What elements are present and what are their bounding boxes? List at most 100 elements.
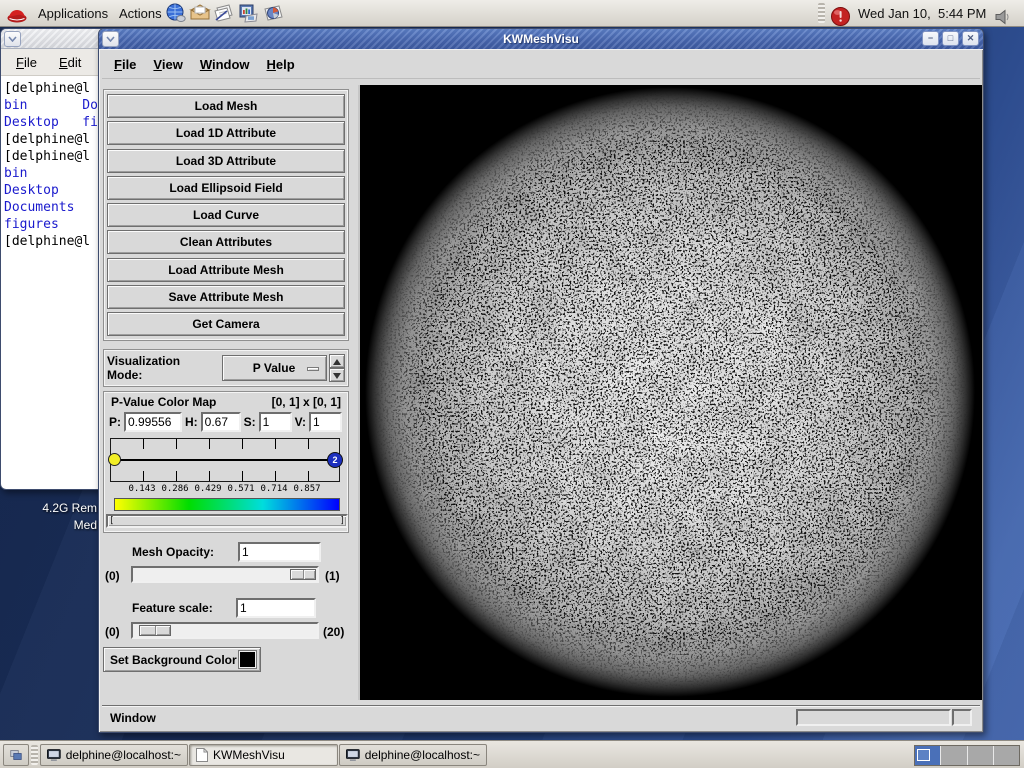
workspace-2[interactable] [941, 746, 967, 765]
panel-grip[interactable] [818, 3, 825, 23]
mesh-sphere [360, 85, 982, 700]
workspace-3[interactable] [968, 746, 994, 765]
s-entry[interactable] [259, 412, 292, 432]
volume-icon[interactable] [994, 4, 1012, 30]
load-attribute-mesh-button[interactable]: Load Attribute Mesh [107, 258, 345, 282]
visualization-mode-select[interactable]: P Value [222, 355, 327, 381]
mini-window [917, 749, 930, 761]
kwmeshvisu-window[interactable]: KWMeshVisu − □ ✕ File View Window Help L… [98, 28, 984, 733]
writer-icon[interactable] [213, 2, 235, 24]
window-menu-icon[interactable] [4, 31, 21, 47]
get-camera-button[interactable]: Get Camera [107, 312, 345, 336]
taskbar-grip[interactable] [31, 745, 38, 765]
calc-icon[interactable] [262, 2, 284, 24]
colormap-range-scrollbar[interactable]: [ ] [106, 514, 348, 528]
opacity-slider-handle[interactable] [290, 569, 316, 580]
option-menu-indicator-icon [307, 367, 319, 371]
spin-up-button[interactable] [329, 354, 346, 368]
terminal-icon [346, 749, 360, 761]
pvalue-colormap-frame: P-Value Color Map [0, 1] x [0, 1] P: H: … [103, 391, 349, 533]
redhat-menu-icon[interactable] [6, 3, 28, 29]
window-title: KWMeshVisu [99, 29, 983, 49]
opacity-max-label: (1) [325, 569, 340, 583]
load-1d-attribute-button[interactable]: Load 1D Attribute [107, 121, 345, 145]
actions-menu[interactable]: Actions [115, 0, 166, 26]
feature-scale-entry[interactable] [236, 598, 316, 618]
window-icon [196, 748, 208, 762]
email-icon[interactable] [189, 2, 211, 24]
visualization-mode-label: Visualization Mode: [107, 354, 216, 382]
action-buttons-frame: Load Mesh Load 1D Attribute Load 3D Attr… [103, 89, 349, 341]
show-desktop-button[interactable] [3, 744, 29, 766]
range-slider[interactable]: [ ] [108, 516, 346, 526]
gnome-top-panel: Applications Actions [0, 0, 1024, 27]
h-label: H: [185, 415, 198, 429]
menu-view[interactable]: View [153, 57, 182, 72]
colormap-handle-start[interactable] [108, 453, 121, 466]
desktop-icon-label: 4.2G Rem Med [0, 500, 97, 534]
colormap-handle-end[interactable]: 2 [327, 452, 343, 468]
workspace-4[interactable] [994, 746, 1019, 765]
menu-help[interactable]: Help [267, 57, 295, 72]
feature-scale-label: Feature scale: [132, 601, 213, 615]
p-label: P: [109, 415, 121, 429]
colormap-fields: P: H: S: V: [109, 412, 345, 432]
progress-bar [796, 709, 951, 726]
app-content: Load Mesh Load 1D Attribute Load 3D Attr… [102, 79, 980, 705]
close-button[interactable]: ✕ [962, 31, 979, 46]
app-titlebar[interactable]: KWMeshVisu − □ ✕ [99, 29, 983, 49]
feature-min-label: (0) [105, 625, 120, 639]
status-text: Window [110, 711, 156, 725]
mesh-opacity-entry[interactable] [238, 542, 321, 562]
workspace-1[interactable] [915, 746, 941, 765]
slider-tick-labels: 0.143 0.286 0.429 0.571 0.714 0.857 [110, 484, 340, 494]
status-bar: Window [102, 705, 980, 729]
mesh-opacity-label: Mesh Opacity: [132, 545, 214, 559]
task-terminal-1[interactable]: delphine@localhost:~ [40, 744, 188, 766]
feature-scale-slider[interactable] [131, 622, 319, 639]
clean-attributes-button[interactable]: Clean Attributes [107, 230, 345, 254]
s-label: S: [244, 415, 256, 429]
app-menubar: File View Window Help [102, 51, 980, 79]
spin-down-button[interactable] [329, 368, 346, 382]
task-terminal-2[interactable]: delphine@localhost:~ [339, 744, 487, 766]
save-attribute-mesh-button[interactable]: Save Attribute Mesh [107, 285, 345, 309]
v-entry[interactable] [309, 412, 342, 432]
load-ellipsoid-field-button[interactable]: Load Ellipsoid Field [107, 176, 345, 200]
impress-icon[interactable] [237, 2, 259, 24]
mode-spinner [329, 354, 346, 382]
web-browser-icon[interactable] [165, 2, 187, 24]
applications-menu[interactable]: Applications [34, 0, 112, 26]
menu-file[interactable]: File [114, 57, 136, 72]
h-entry[interactable] [201, 412, 241, 432]
set-background-color-button[interactable]: Set Background Color [103, 647, 261, 672]
feature-slider-handle[interactable] [139, 625, 171, 636]
resize-grip[interactable] [952, 709, 972, 726]
terminal-menu-edit[interactable]: Edit [59, 55, 81, 70]
load-curve-button[interactable]: Load Curve [107, 203, 345, 227]
alert-notification-icon[interactable] [830, 3, 851, 29]
slider-axis [111, 459, 339, 461]
range-right-cap[interactable]: ] [340, 516, 345, 526]
load-mesh-button[interactable]: Load Mesh [107, 94, 345, 118]
maximize-button[interactable]: □ [942, 31, 959, 46]
mesh-opacity-slider[interactable] [131, 566, 319, 583]
render-viewport[interactable] [358, 85, 982, 700]
minimize-button[interactable]: − [922, 31, 939, 46]
terminal-icon [47, 749, 61, 761]
feature-max-label: (20) [323, 625, 344, 639]
clock[interactable]: Wed Jan 10, 5:44 PM [858, 0, 986, 26]
background-color-swatch [239, 651, 256, 668]
v-label: V: [295, 415, 306, 429]
menu-window[interactable]: Window [200, 57, 250, 72]
control-panel: Load Mesh Load 1D Attribute Load 3D Attr… [103, 85, 355, 701]
colormap-point-slider[interactable]: 2 [110, 438, 340, 482]
visualization-mode-frame: Visualization Mode: P Value [103, 349, 349, 387]
colormap-gradient-bar [114, 498, 340, 511]
terminal-menu-file[interactable]: File [16, 55, 37, 70]
p-entry[interactable] [124, 412, 182, 432]
colormap-title: P-Value Color Map [111, 395, 216, 409]
task-kwmeshvisu[interactable]: KWMeshVisu [189, 744, 338, 766]
range-left-cap[interactable]: [ [109, 516, 114, 526]
load-3d-attribute-button[interactable]: Load 3D Attribute [107, 149, 345, 173]
